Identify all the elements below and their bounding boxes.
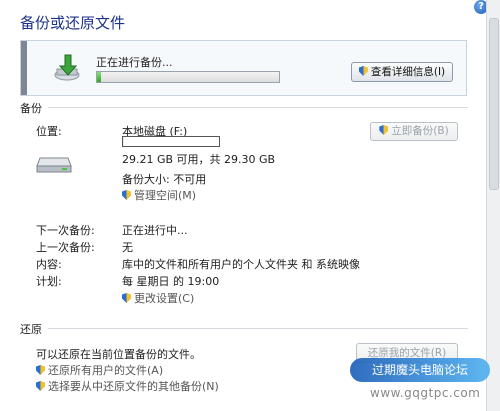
vertical-scrollbar[interactable] (486, 0, 500, 411)
schedule-value: 每 星期日 的 19:00 (122, 275, 220, 288)
backup-section-divider (48, 107, 468, 108)
restore-section-divider (48, 328, 468, 329)
backup-arrow-icon (54, 54, 80, 81)
disk-capacity-bar (122, 136, 220, 147)
backup-size-text: 备份大小: 不可用 (122, 173, 207, 186)
restore-all-users-link[interactable]: 还原所有用户的文件(A) (36, 362, 163, 378)
schedule-label: 计划: (36, 275, 62, 288)
uac-shield-icon (122, 293, 131, 303)
watermark-badge: 过期魔头电脑论坛 (350, 358, 490, 382)
next-backup-label: 下一次备份: (36, 224, 95, 237)
backup-progress-panel: 正在进行备份... 查看详细信息(I) (20, 40, 467, 96)
hard-drive-icon (36, 157, 72, 173)
change-settings-link[interactable]: 更改设置(C) (122, 290, 194, 306)
scrollbar-thumb[interactable] (489, 18, 499, 190)
capacity-text: 29.21 GB 可用，共 29.30 GB (122, 153, 276, 166)
uac-shield-icon (122, 190, 131, 200)
uac-shield-icon (358, 66, 368, 76)
view-details-button[interactable]: 查看详细信息(I) (351, 62, 453, 82)
restore-description: 可以还原在当前位置备份的文件。 (36, 348, 201, 361)
uac-shield-icon (36, 381, 45, 391)
window-title: 备份或还原文件 (20, 14, 126, 32)
panel-accent-bar (21, 41, 27, 95)
content-value: 库中的文件和所有用户的个人文件夹 和 系统映像 (122, 258, 360, 271)
watermark-url: www.gqgtpc.com (370, 386, 481, 400)
backup-progress-bar (96, 71, 280, 83)
change-settings-label: 更改设置(C) (134, 292, 195, 305)
progress-status-text: 正在进行备份... (96, 56, 173, 69)
uac-shield-icon (36, 365, 45, 375)
select-other-backup-link[interactable]: 选择要从中还原文件的其他备份(N) (36, 378, 219, 394)
manage-space-link[interactable]: 管理空间(M) (122, 187, 196, 203)
backup-progress-fill (97, 72, 101, 82)
backup-section-title: 备份 (20, 102, 42, 115)
location-label: 位置: (36, 125, 62, 138)
next-backup-value: 正在进行中... (122, 224, 188, 237)
backup-now-label: 立即备份(B) (391, 125, 449, 137)
manage-space-label: 管理空间(M) (134, 189, 197, 202)
view-details-label: 查看详细信息(I) (370, 66, 446, 78)
select-other-backup-label: 选择要从中还原文件的其他备份(N) (48, 380, 219, 393)
restore-section-title: 还原 (20, 323, 42, 336)
restore-all-users-label: 还原所有用户的文件(A) (48, 364, 164, 377)
backup-now-button[interactable]: 立即备份(B) (370, 122, 458, 141)
last-backup-label: 上一次备份: (36, 241, 95, 254)
last-backup-value: 无 (122, 241, 133, 254)
uac-shield-icon (379, 125, 389, 135)
content-label: 内容: (36, 258, 62, 271)
